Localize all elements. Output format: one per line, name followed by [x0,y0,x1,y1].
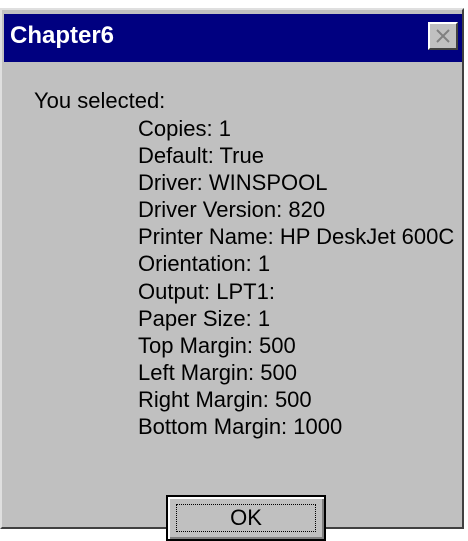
prop-top-margin: Top Margin: 500 [138,332,296,358]
prop-right-margin: Right Margin: 500 [138,386,312,412]
ok-button-label: OK [230,505,262,530]
close-icon [436,29,450,43]
prop-default: Default: True [138,143,264,169]
prop-printer-name: Printer Name: HP DeskJet 600C [138,224,455,250]
message-dialog: Chapter6 You selected: Copies: 1 Default… [0,8,464,541]
prop-copies: Copies: 1 [138,116,231,141]
selection-heading: You selected: [34,88,166,113]
printer-properties-list: Copies: 1 Default: True Driver: WINSPOOL… [138,115,454,440]
prop-driver: Driver: WINSPOOL [138,170,328,196]
prop-output: Output: LPT1: [138,278,275,304]
ok-button[interactable]: OK [166,495,326,541]
prop-orientation: Orientation: 1 [138,251,271,277]
screen: Chapter6 You selected: Copies: 1 Default… [0,0,468,541]
prop-paper-size: Paper Size: 1 [138,305,271,331]
title-bar[interactable]: Chapter6 [4,14,462,62]
prop-left-margin: Left Margin: 500 [138,359,297,385]
dialog-content: You selected: Copies: 1 Default: True Dr… [2,62,462,541]
close-button[interactable] [428,22,458,50]
prop-driver-version: Driver Version: 820 [138,197,326,223]
window-title: Chapter6 [10,22,115,49]
prop-bottom-margin: Bottom Margin: 1000 [138,414,343,440]
